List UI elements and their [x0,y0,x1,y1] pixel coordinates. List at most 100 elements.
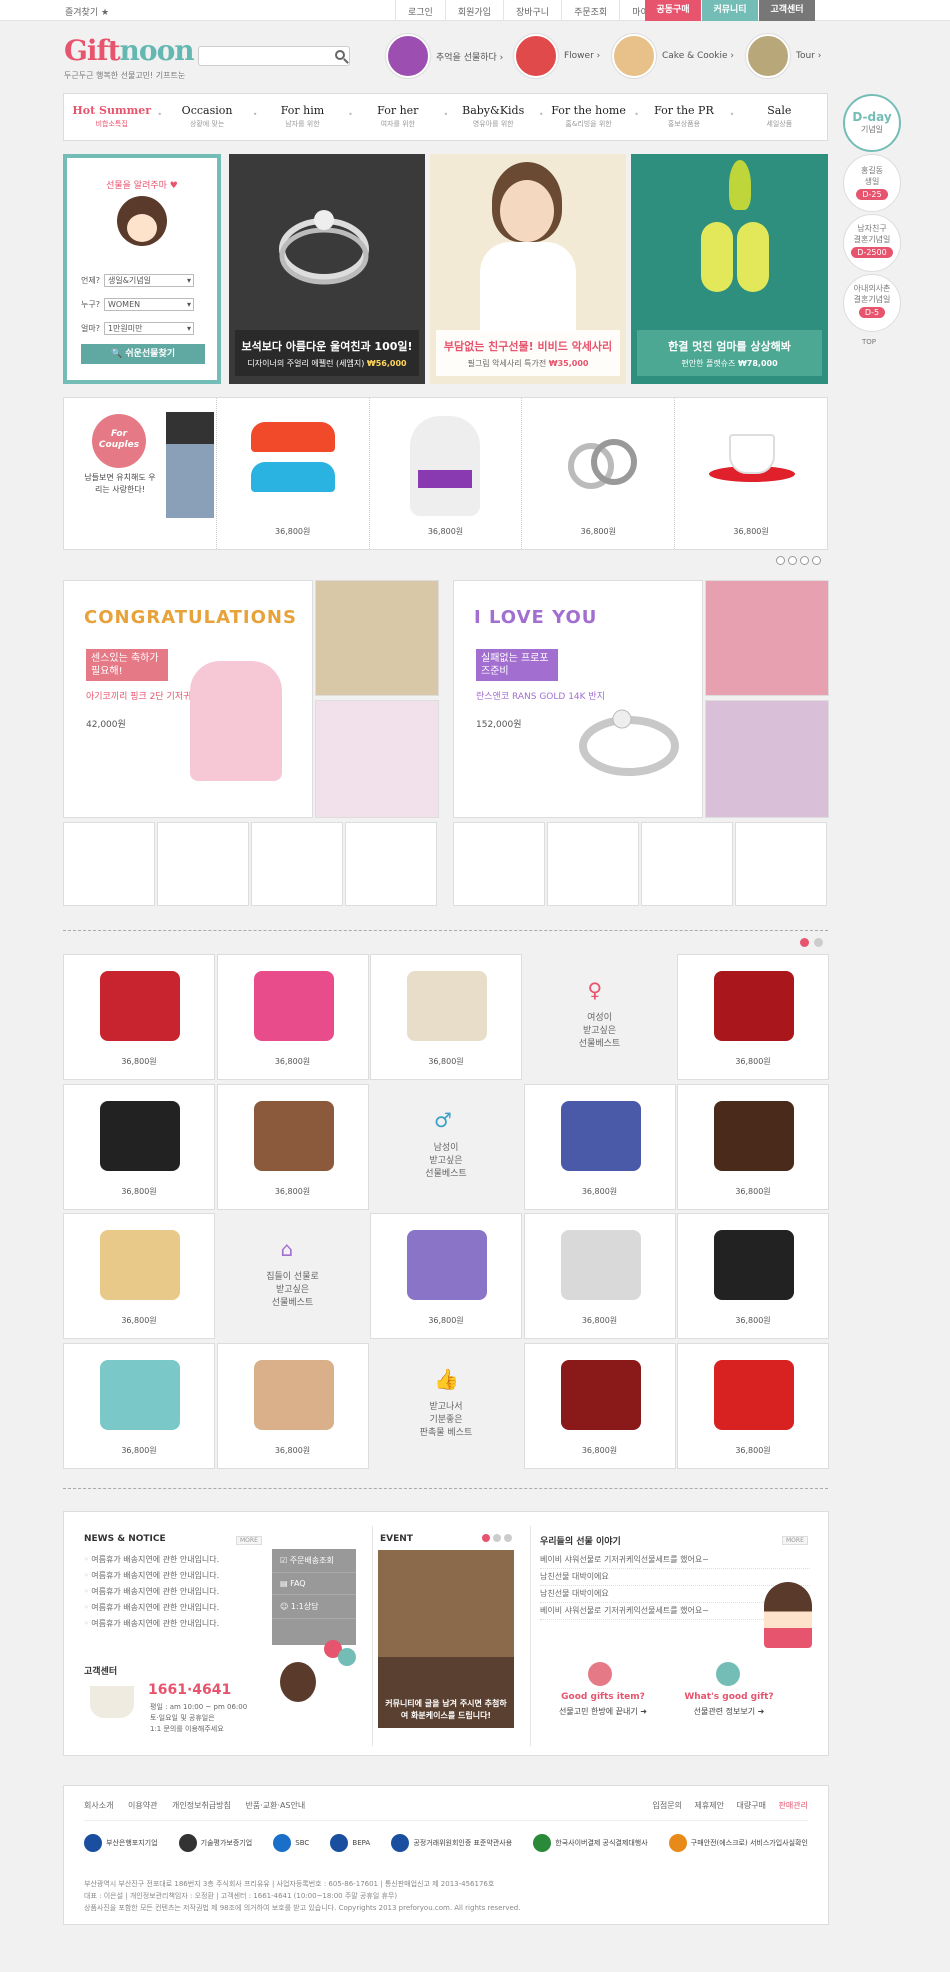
dday-header[interactable]: D-day 기념일 [843,94,901,152]
product-card[interactable]: 36,800원 [216,1083,369,1210]
nav-for-pr[interactable]: For the PR홍보상품용 [634,94,731,140]
product-card[interactable]: 36,800원 [217,398,370,549]
notice-more[interactable]: MORE [236,1536,262,1545]
good-gifts-title[interactable]: Good gifts item? [558,1692,648,1702]
nav-for-her[interactable]: For her여자를 위한 [348,94,445,140]
story-item[interactable]: 베이비 샤워선물로 기저귀케익선물세트를 했어요~ [540,1554,810,1569]
product-card[interactable]: 36,800원 [63,1342,215,1469]
product-card[interactable]: 36,800원 [677,954,829,1080]
dday-item[interactable]: 남자친구 결혼기념일 D-2500 [843,214,901,272]
quick-memory[interactable]: 추억을 선물하다 › [386,34,503,78]
search-input[interactable] [198,46,350,66]
quick-tour[interactable]: Tour › [746,34,821,78]
product-card[interactable]: 36,800원 [370,954,522,1080]
best-category-label[interactable]: ♂ 남성이 받고싶은 선물베스트 [370,1084,522,1210]
faq-link[interactable]: ▤ FAQ [272,1573,356,1595]
product-card[interactable]: 36,800원 [523,1213,676,1339]
find-gift-button[interactable]: 🔍 쉬운선물찾기 [81,344,205,364]
order-lookup-link[interactable]: 주문조회 [561,0,619,21]
nav-occasion[interactable]: Occasion상황에 맞는 [157,94,254,140]
promo-i-love-you[interactable]: I LOVE YOU 실패없는 프로포즈준비 란스앤코 RANS GOLD 14… [453,580,703,818]
partner-inquiry-link[interactable]: 입점문의 [653,1801,682,1810]
event-dot[interactable] [493,1534,501,1542]
group-buy-button[interactable]: 공동구매 [645,0,701,21]
party-hat-photo[interactable] [315,580,439,696]
notice-item[interactable]: 여름휴가 배송지연에 관한 안내입니다. [84,1554,219,1565]
budget-select[interactable]: 1만원미만 [103,322,194,335]
product-card[interactable]: 36,800원 [370,1213,522,1339]
dday-item[interactable]: 아내의사촌 결혼기념일 D-5 [843,274,901,332]
top-button[interactable]: TOP [862,338,876,346]
product-card[interactable]: 36,800원 [677,1083,829,1210]
terms-link[interactable]: 이용약관 [128,1801,157,1810]
couple-promo[interactable]: For Couples 남들보면 유치해도 우리는 사랑한다! [64,398,217,549]
when-select[interactable]: 생일&기념일 [103,274,194,287]
pager-dot[interactable] [788,556,797,565]
product-card[interactable]: 36,800원 [63,954,215,1080]
promo-congratulations[interactable]: CONGRATULATIONS 센스있는 축하가 필요해! 아기코끼리 핑크 2… [63,580,313,818]
event-banner[interactable]: 커뮤니티에 글을 남겨 주시면 추첨하여 화분케이스를 드립니다! [378,1550,514,1728]
bouquet-photo[interactable] [705,700,829,818]
quick-flower[interactable]: Flower › [514,34,600,78]
product-card[interactable]: 36,800원 [675,398,827,549]
product-card[interactable]: 36,800원 [523,1342,676,1469]
notice-item[interactable]: 여름휴가 배송지연에 관한 안내입니다. [84,1586,219,1597]
bulk-order-link[interactable]: 대량구매 [737,1801,766,1810]
company-link[interactable]: 회사소개 [84,1801,113,1810]
pearl-earrings-thumb[interactable] [641,822,733,906]
product-card[interactable]: 36,800원 [216,954,369,1080]
slide-dot[interactable] [800,938,809,947]
banner-ring[interactable]: 보석보다 아름다운 울여친과 100일! 디자이너의 주얼리 에펠런 (세엠지) … [229,154,425,384]
best-category-label[interactable]: ⌂ 집들이 선물로 받고싶은 선물베스트 [217,1213,369,1339]
tree-thumb[interactable] [251,822,343,906]
login-link[interactable]: 로그인 [395,0,445,21]
pager-dot[interactable] [812,556,821,565]
nav-for-home[interactable]: For the home홈&리빙을 위한 [539,94,636,140]
banner-accessory[interactable]: 부담없는 친구선물! 비비드 악세사리 필그림 악세사리 특가전 ₩35,000 [430,154,626,384]
signup-link[interactable]: 회원가입 [444,0,503,21]
proposal-link[interactable]: 제휴제안 [695,1801,724,1810]
cart-link[interactable]: 장바구니 [502,0,561,21]
banner-shoes[interactable]: 한결 멋진 엄마를 상상해봐 편안한 플랫슈즈 ₩78,000 [631,154,828,384]
community-button[interactable]: 커뮤니티 [702,0,758,21]
best-category-label[interactable]: 👍 받고나서 기분좋은 판촉물 베스트 [370,1343,522,1469]
qna-link[interactable]: ☺ 1:1상담 [272,1595,356,1619]
product-card[interactable]: 36,800원 [523,1083,676,1210]
event-dot[interactable] [504,1534,512,1542]
site-logo[interactable]: Giftnoon [64,34,195,67]
story-more[interactable]: MORE [782,1536,808,1545]
pager-dot[interactable] [776,556,785,565]
best-category-label[interactable]: ♀ 여성이 받고싶은 선물베스트 [524,954,676,1080]
product-card[interactable]: 36,800원 [63,1083,215,1210]
order-tracking-link[interactable]: ☑ 주문배송조회 [272,1549,356,1573]
good-gifts-link[interactable]: 선물고민 한방에 끝내기 ➜ [548,1706,658,1717]
tiara-thumb[interactable] [453,822,545,906]
birthday-photo[interactable] [315,700,439,818]
clock-thumb[interactable] [157,822,249,906]
slide-dot[interactable] [814,938,823,947]
who-select[interactable]: WOMEN [103,298,194,311]
dday-item[interactable]: 홍길동 생일 D-25 [843,154,901,212]
product-card[interactable]: 36,800원 [677,1213,829,1339]
seller-admin-link[interactable]: 판매관리 [779,1801,808,1810]
favorite-link[interactable]: 즐겨찾기 ★ [65,5,109,18]
plant-thumb[interactable] [345,822,437,906]
event-dot[interactable] [482,1534,490,1542]
notice-item[interactable]: 여름휴가 배송지연에 관한 안내입니다. [84,1602,219,1613]
product-card[interactable]: 36,800원 [63,1213,215,1339]
story-item[interactable]: 남친선물 대박이에요 [540,1571,810,1586]
returns-link[interactable]: 반품·교환·AS안내 [245,1801,305,1810]
nav-baby-kids[interactable]: Baby&Kids영유아를 위한 [443,94,541,140]
product-card[interactable]: 36,800원 [370,398,523,549]
pager-dot[interactable] [800,556,809,565]
product-card[interactable]: 36,800원 [522,398,676,549]
nav-for-him[interactable]: For him남자를 위한 [253,94,350,140]
roses-photo[interactable] [705,580,829,696]
wine-glass-thumb[interactable] [63,822,155,906]
product-card[interactable]: 36,800원 [677,1342,829,1469]
quick-cake[interactable]: Cake & Cookie › [612,34,734,78]
nav-hot-summer[interactable]: Hot Summer 비합소특집 [64,94,159,140]
customer-center-button[interactable]: 고객센터 [759,0,815,21]
good-gift-title[interactable]: What's good gift? [684,1692,774,1702]
privacy-link[interactable]: 개인정보취급방침 [172,1801,231,1810]
